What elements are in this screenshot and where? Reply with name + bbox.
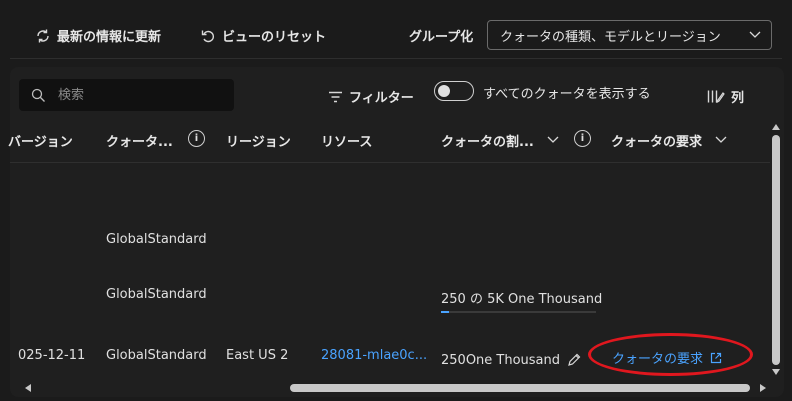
filter-button[interactable]: フィルター — [328, 87, 414, 106]
refresh-button[interactable]: 最新の情報に更新 — [35, 26, 161, 45]
toolbar-divider — [10, 58, 782, 59]
columns-edit-icon — [707, 90, 725, 104]
table-row-3-quota-type: GlobalStandard — [106, 348, 207, 363]
header-quota-request[interactable]: クォータの要求 — [611, 131, 702, 150]
group-by-value: クォータの種類、モデルとリージョン — [500, 29, 721, 45]
show-all-toggle[interactable] — [434, 81, 474, 101]
quota-usage-fill — [441, 311, 449, 313]
table-row-3-version: 025-12-11 — [18, 348, 86, 363]
scroll-right-arrow[interactable] — [760, 384, 766, 392]
quota-request-link-label: クォータの要求 — [612, 352, 704, 367]
search-input[interactable] — [56, 86, 220, 104]
scroll-down-arrow[interactable] — [772, 369, 780, 375]
edit-pencil-icon[interactable] — [567, 353, 581, 367]
header-divider — [10, 162, 770, 163]
search-box[interactable] — [19, 79, 234, 111]
scroll-left-arrow[interactable] — [25, 384, 31, 392]
vertical-scrollbar[interactable] — [772, 135, 780, 365]
quota-request-chevron-icon[interactable] — [715, 136, 727, 144]
group-by-select[interactable]: クォータの種類、モデルとリージョン — [487, 20, 772, 50]
columns-button[interactable]: 列 — [707, 87, 744, 106]
table-row-1-quota-type: GlobalStandard — [106, 232, 207, 247]
table-row-2-quota-type: GlobalStandard — [106, 287, 207, 302]
reset-view-label: ビューのリセット — [222, 30, 327, 45]
refresh-icon — [37, 29, 49, 42]
columns-label: 列 — [731, 91, 745, 106]
header-quota-type[interactable]: クォータ... — [106, 131, 173, 150]
filter-icon — [329, 91, 342, 102]
undo-icon — [201, 30, 214, 42]
chevron-down-icon — [749, 31, 761, 38]
search-icon — [31, 88, 45, 102]
quota-type-info-icon[interactable]: i — [188, 130, 205, 147]
header-quota-alloc[interactable]: クォータの割... — [441, 131, 534, 150]
show-all-label: すべてのクォータを表示する — [483, 87, 651, 102]
quota-request-link[interactable]: クォータの要求 — [612, 348, 722, 367]
toggle-knob — [438, 85, 450, 97]
header-resource[interactable]: リソース — [321, 131, 372, 150]
table-row-3-resource-link[interactable]: 28081-mlae0c... — [321, 348, 427, 363]
quota-alloc-chevron-icon[interactable] — [547, 136, 559, 144]
quota-usage-bar — [441, 311, 596, 313]
header-version[interactable]: バージョン — [8, 131, 73, 150]
group-by-label: グループ化 — [409, 30, 474, 45]
filter-label: フィルター — [349, 91, 414, 106]
scroll-up-arrow[interactable] — [772, 124, 780, 130]
refresh-label: 最新の情報に更新 — [57, 30, 162, 45]
table-row-3-region: East US 2 — [226, 348, 289, 363]
horizontal-scrollbar[interactable] — [290, 384, 750, 392]
table-row-3-quota-alloc: 250One Thousand — [441, 353, 559, 368]
header-region[interactable]: リージョン — [226, 131, 291, 150]
table-row-2-quota-alloc: 250 の 5K One Thousand — [441, 292, 603, 307]
external-link-icon — [710, 352, 722, 363]
quota-alloc-info-icon[interactable]: i — [574, 130, 591, 147]
reset-view-button[interactable]: ビューのリセット — [200, 26, 326, 45]
